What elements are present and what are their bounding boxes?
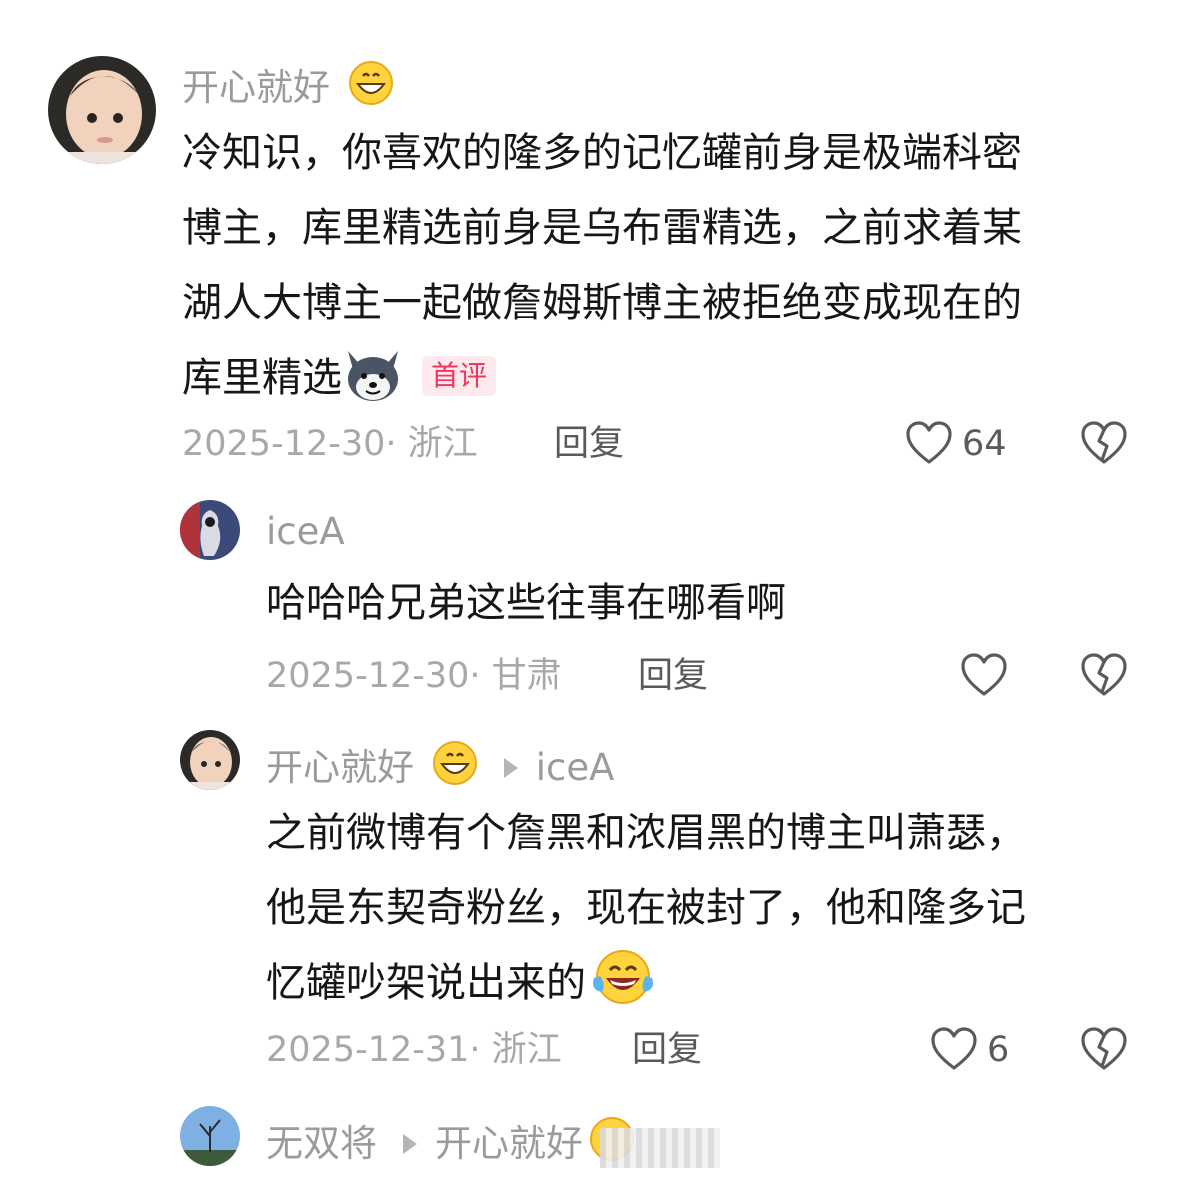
- avatar[interactable]: [180, 1106, 240, 1166]
- comment-location: 浙江: [491, 1030, 562, 1070]
- avatar[interactable]: [48, 56, 156, 164]
- comment-author[interactable]: iceA: [266, 510, 345, 554]
- comment-meta: 2025-12-31· 浙江: [266, 1030, 562, 1070]
- comment-meta: 2025-12-30· 浙江: [182, 424, 478, 464]
- reply-to-name[interactable]: iceA: [536, 746, 615, 789]
- triangle-right-icon: [403, 1134, 417, 1154]
- broken-heart-icon[interactable]: [1080, 1026, 1128, 1072]
- comment-location: 浙江: [407, 424, 478, 464]
- comment-text: 冷知识，你喜欢的隆多的记忆罐前身是极端科密 博主，库里精选前身是乌布雷精选，之前…: [182, 116, 1142, 416]
- avatar[interactable]: [180, 500, 240, 560]
- author-name: 开心就好: [266, 746, 414, 789]
- comment-line: 博主，库里精选前身是乌布雷精选，之前求着某: [182, 205, 1022, 251]
- reply-to-name[interactable]: 开心就好: [435, 1122, 583, 1165]
- heart-outline-icon[interactable]: [930, 1026, 978, 1072]
- comment-line-last: 忆罐吵架说出来的: [266, 946, 1146, 1021]
- comment-date: 2025-12-30: [266, 656, 470, 696]
- grinning-face-emoji: [348, 61, 393, 105]
- watermark: [600, 1128, 720, 1168]
- husky-sticker-emoji: [348, 351, 398, 401]
- comment-line: 哈哈哈兄弟这些往事在哪看啊: [266, 580, 786, 626]
- comment-date: 2025-12-31: [266, 1030, 470, 1070]
- tears-of-joy-emoji: [593, 950, 653, 1004]
- avatar[interactable]: [180, 730, 240, 790]
- comment-text: 之前微博有个詹黑和浓眉黑的博主叫萧瑟， 他是东契奇粉丝，现在被封了，他和隆多记 …: [266, 796, 1146, 1021]
- comment-line: 他是东契奇粉丝，现在被封了，他和隆多记: [266, 885, 1026, 931]
- reply-button[interactable]: 回复: [632, 1028, 702, 1072]
- like-count: 6: [987, 1030, 1010, 1070]
- author-name: 无双将: [266, 1122, 377, 1165]
- comment-line: 忆罐吵架说出来的: [266, 960, 586, 1006]
- comment-author[interactable]: 无双将 开心就好: [266, 1116, 635, 1166]
- grinning-face-emoji: [432, 741, 477, 785]
- reply-button[interactable]: 回复: [638, 654, 708, 698]
- first-comment-badge: 首评: [422, 356, 497, 396]
- comment-date: 2025-12-30: [182, 424, 386, 464]
- comment-author[interactable]: 开心就好 iceA: [266, 740, 614, 790]
- heart-outline-icon[interactable]: [960, 652, 1008, 698]
- comment-line: 冷知识，你喜欢的隆多的记忆罐前身是极端科密: [182, 130, 1022, 176]
- broken-heart-icon[interactable]: [1080, 652, 1128, 698]
- comment-line: 库里精选: [182, 355, 342, 401]
- comment-line: 之前微博有个詹黑和浓眉黑的博主叫萧瑟，: [266, 810, 1026, 856]
- triangle-right-icon: [503, 758, 518, 778]
- comment-location: 甘肃: [491, 656, 562, 696]
- comment-text: 哈哈哈兄弟这些往事在哪看啊: [266, 566, 1126, 641]
- comment-meta: 2025-12-30· 甘肃: [266, 656, 562, 696]
- comment-line: 湖人大博主一起做詹姆斯博主被拒绝变成现在的: [182, 280, 1022, 326]
- reply-button[interactable]: 回复: [554, 422, 624, 466]
- heart-outline-icon[interactable]: [905, 420, 953, 466]
- like-count: 64: [962, 424, 1007, 464]
- broken-heart-icon[interactable]: [1080, 420, 1128, 466]
- author-name: 开心就好: [182, 66, 330, 109]
- comment-author[interactable]: 开心就好: [182, 60, 394, 110]
- comment-line-last: 库里精选 首评: [182, 341, 1142, 416]
